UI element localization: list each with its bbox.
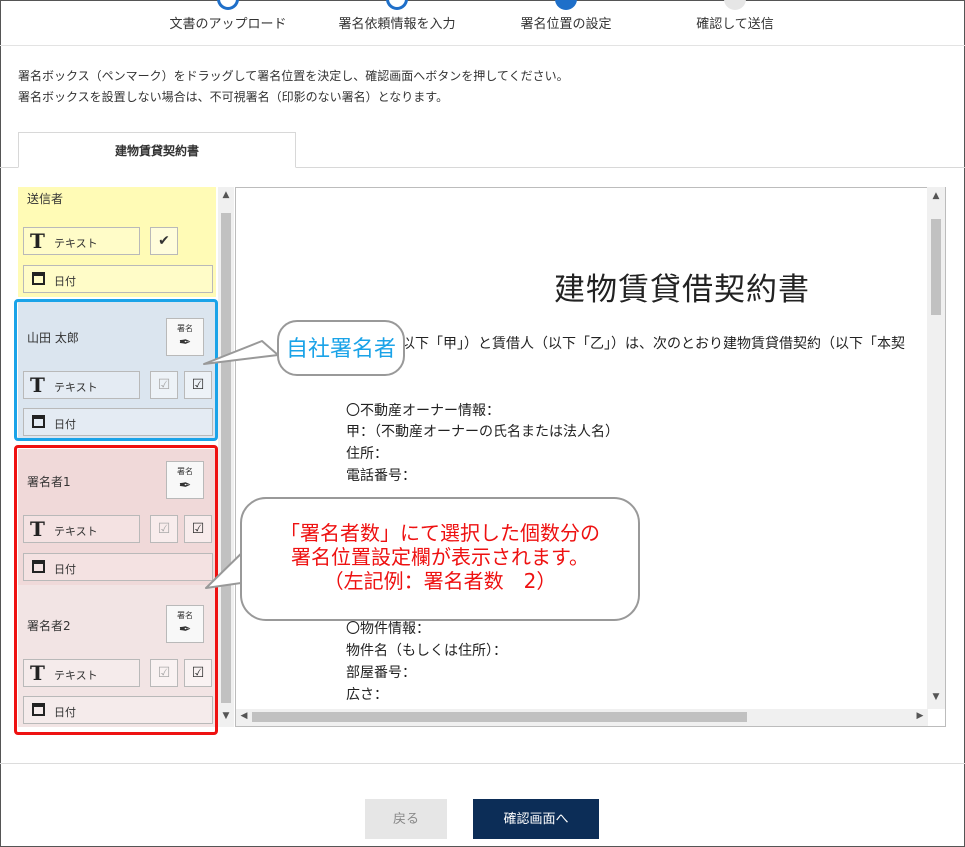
callout-pointer-self xyxy=(203,340,279,365)
callout-self-signer: 自社署名者 xyxy=(277,320,405,376)
callout-pointers xyxy=(203,340,279,589)
footer-divider xyxy=(0,763,965,764)
callout-signers-line-1: 「署名者数」にて選択した個数分の xyxy=(280,521,600,545)
callout-self-signer-text: 自社署名者 xyxy=(285,337,396,362)
callout-signers-line-2: 署名位置設定欄が表示されます。 xyxy=(291,545,589,569)
back-button[interactable]: 戻る xyxy=(365,799,447,839)
callout-signers: 「署名者数」にて選択した個数分の 署名位置設定欄が表示されます。 （左記例：署名… xyxy=(240,497,640,621)
confirm-button[interactable]: 確認画面へ xyxy=(473,799,599,839)
callout-signers-line-3: （左記例：署名者数 2） xyxy=(323,569,557,593)
